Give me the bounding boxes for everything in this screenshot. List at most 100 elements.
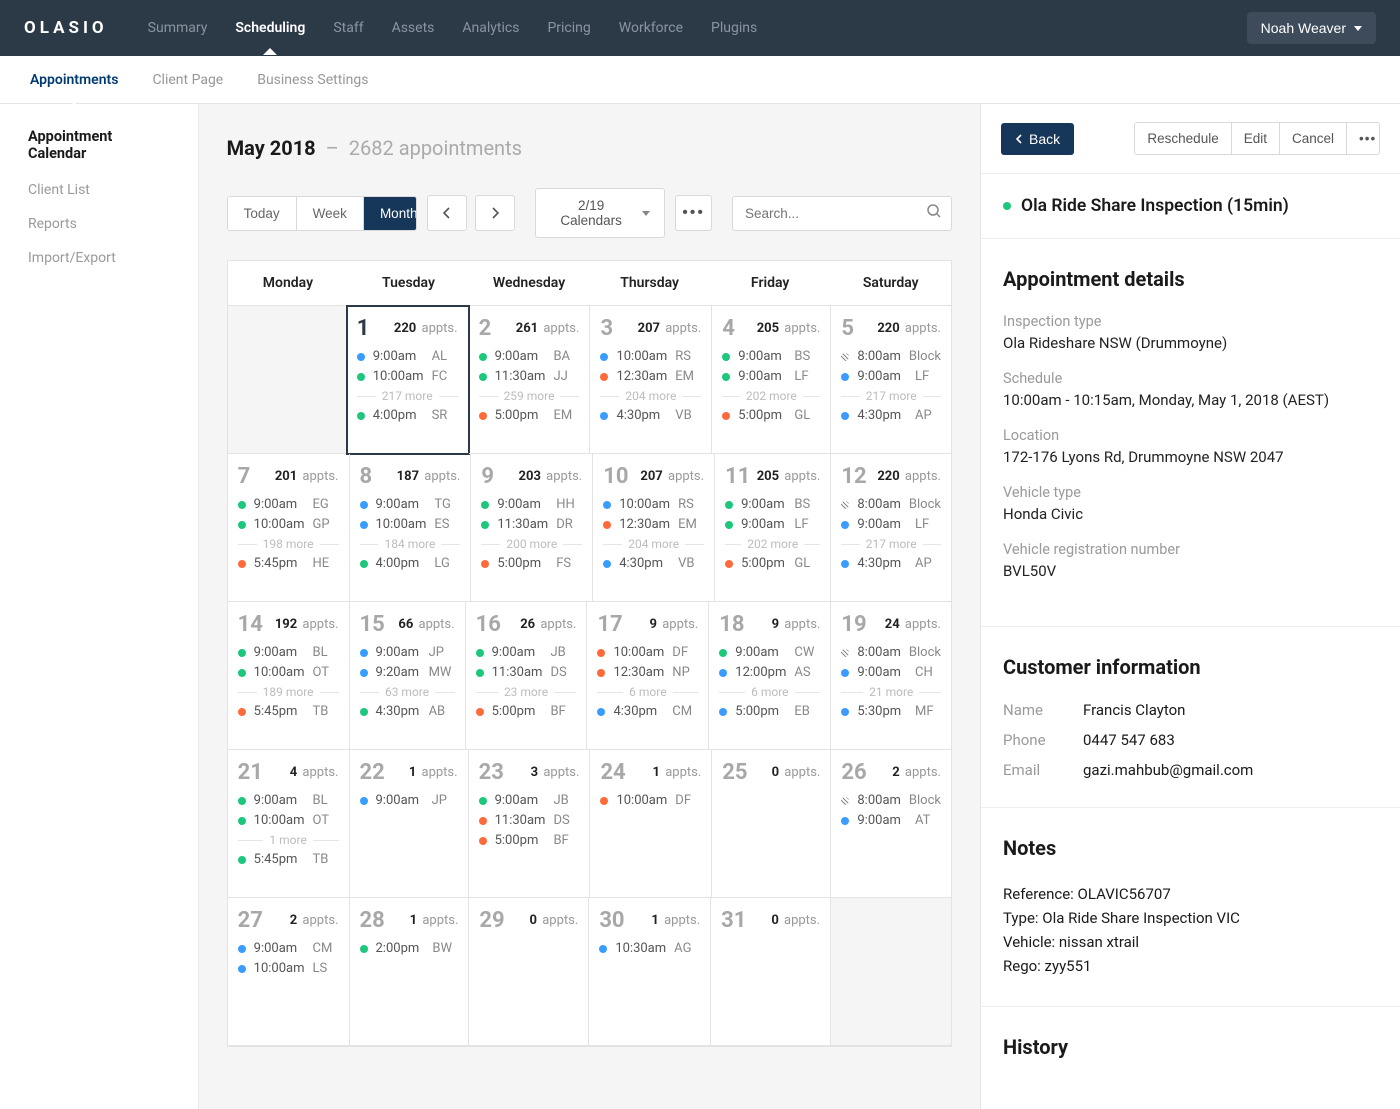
more-button[interactable]: •••: [675, 195, 712, 231]
appointment-item[interactable]: 8:00amBlock: [841, 793, 941, 808]
more-actions-button[interactable]: •••: [1347, 123, 1379, 154]
appointment-item[interactable]: 11:30amDS: [479, 813, 580, 828]
more-indicator[interactable]: 259 more: [479, 389, 580, 403]
appointment-item[interactable]: 5:00pmBF: [479, 833, 580, 848]
more-indicator[interactable]: 6 more: [719, 685, 820, 699]
appointment-item[interactable]: 9:00amLF: [722, 369, 820, 384]
sidebar-item-client-list[interactable]: Client List: [28, 182, 170, 198]
appointment-item[interactable]: 5:00pmGL: [725, 556, 820, 571]
appointment-item[interactable]: 8:00amBlock: [841, 645, 941, 660]
appointment-item[interactable]: 8:00amBlock: [841, 349, 941, 364]
calendar-cell[interactable]: 2261 appts.9:00amBA11:30amJJ259 more5:00…: [469, 306, 591, 454]
more-indicator[interactable]: 202 more: [722, 389, 820, 403]
topnav-item-summary[interactable]: Summary: [148, 2, 208, 54]
topnav-item-workforce[interactable]: Workforce: [619, 2, 683, 54]
appointment-item[interactable]: 5:45pmHE: [238, 556, 339, 571]
appointment-item[interactable]: 4:30pmAP: [841, 408, 941, 423]
appointment-item[interactable]: 5:00pmBF: [476, 704, 577, 719]
appointment-item[interactable]: 4:30pmVB: [603, 556, 704, 571]
prev-month-button[interactable]: [427, 195, 467, 231]
appointment-item[interactable]: 9:00amBL: [238, 645, 339, 660]
calendar-cell[interactable]: 14192 appts.9:00amBL10:00amOT189 more5:4…: [228, 602, 350, 750]
appointment-item[interactable]: 10:00amDF: [597, 645, 698, 660]
calendar-cell[interactable]: 221 appts.9:00amJP: [350, 750, 469, 898]
sidebar-item-reports[interactable]: Reports: [28, 216, 170, 232]
view-week-button[interactable]: Week: [297, 197, 364, 230]
appointment-item[interactable]: 9:00amEG: [238, 497, 339, 512]
calendar-cell[interactable]: 7201 appts.9:00amEG10:00amGP198 more5:45…: [228, 454, 350, 602]
appointment-item[interactable]: 10:00amES: [360, 517, 461, 532]
appointment-item[interactable]: 4:00pmLG: [360, 556, 461, 571]
calendar-cell[interactable]: 179 appts.10:00amDF12:30amNP6 more4:30pm…: [587, 602, 709, 750]
more-indicator[interactable]: 198 more: [238, 537, 339, 551]
calendar-cell[interactable]: 5220 appts.8:00amBlock9:00amLF217 more4:…: [831, 306, 951, 454]
appointment-item[interactable]: 9:00amCH: [841, 665, 941, 680]
more-indicator[interactable]: 184 more: [360, 537, 461, 551]
appointment-item[interactable]: 9:00amBL: [238, 793, 339, 808]
appointment-item[interactable]: 5:45pmTB: [238, 704, 339, 719]
appointment-item[interactable]: 9:00amLF: [841, 517, 941, 532]
appointment-item[interactable]: 9:00amAT: [841, 813, 941, 828]
appointment-item[interactable]: 12:30amEM: [600, 369, 701, 384]
appointment-item[interactable]: 4:00pmSR: [357, 408, 458, 423]
appointment-item[interactable]: 9:00amAL: [357, 349, 458, 364]
calendar-cell[interactable]: 272 appts.9:00amCM10:00amLS: [228, 898, 350, 1046]
appointment-item[interactable]: 9:00amHH: [481, 497, 582, 512]
appointment-item[interactable]: 9:00amBS: [722, 349, 820, 364]
calendar-cell[interactable]: 250 appts.: [712, 750, 831, 898]
user-menu-button[interactable]: Noah Weaver: [1247, 12, 1376, 44]
appointment-item[interactable]: 10:00amOT: [238, 665, 339, 680]
appointment-item[interactable]: 10:00amDF: [600, 793, 701, 808]
edit-button[interactable]: Edit: [1232, 123, 1280, 154]
appointment-item[interactable]: 11:30amDS: [476, 665, 577, 680]
subtab-business-settings[interactable]: Business Settings: [257, 56, 368, 104]
appointment-item[interactable]: 9:00amJB: [476, 645, 577, 660]
appointment-item[interactable]: 9:00amBS: [725, 497, 820, 512]
subtab-client-page[interactable]: Client Page: [152, 56, 223, 104]
appointment-item[interactable]: 5:45pmTB: [238, 852, 339, 867]
more-indicator[interactable]: 204 more: [600, 389, 701, 403]
appointment-item[interactable]: 9:00amLF: [725, 517, 820, 532]
appointment-item[interactable]: 4:30pmAB: [360, 704, 455, 719]
appointment-item[interactable]: 10:00amFC: [357, 369, 458, 384]
view-today-button[interactable]: Today: [228, 197, 297, 230]
calendar-cell[interactable]: 301 appts.10:30amAG: [589, 898, 711, 1046]
sidebar-item-import-export[interactable]: Import/Export: [28, 250, 170, 266]
appointment-item[interactable]: 9:00amBA: [479, 349, 580, 364]
topnav-item-pricing[interactable]: Pricing: [547, 2, 590, 54]
more-indicator[interactable]: 217 more: [357, 389, 458, 403]
calendar-cell[interactable]: 310 appts.: [711, 898, 831, 1046]
back-button[interactable]: Back: [1001, 123, 1074, 155]
more-indicator[interactable]: 63 more: [360, 685, 455, 699]
search-input[interactable]: [732, 196, 952, 231]
appointment-item[interactable]: 9:20amMW: [360, 665, 455, 680]
calendar-cell[interactable]: 1566 appts.9:00amJP9:20amMW63 more4:30pm…: [350, 602, 466, 750]
appointment-item[interactable]: 10:00amLS: [238, 961, 339, 976]
calendar-cell[interactable]: 241 appts.10:00amDF: [590, 750, 712, 898]
appointment-item[interactable]: 9:00amTG: [360, 497, 461, 512]
appointment-item[interactable]: 5:00pmFS: [481, 556, 582, 571]
appointment-item[interactable]: 11:30amDR: [481, 517, 582, 532]
calendar-cell[interactable]: 11205 appts.9:00amBS9:00amLF202 more5:00…: [715, 454, 831, 602]
appointment-item[interactable]: 12:30amNP: [597, 665, 698, 680]
appointment-item[interactable]: 9:00amCM: [238, 941, 339, 956]
cancel-button[interactable]: Cancel: [1280, 123, 1347, 154]
calendar-cell[interactable]: 1924 appts.8:00amBlock9:00amCH21 more5:3…: [831, 602, 951, 750]
appointment-item[interactable]: 9:00amCW: [719, 645, 820, 660]
appointment-item[interactable]: 10:00amGP: [238, 517, 339, 532]
appointment-item[interactable]: 9:00amJP: [360, 645, 455, 660]
appointment-item[interactable]: 10:00amOT: [238, 813, 339, 828]
appointment-item[interactable]: 11:30amJJ: [479, 369, 580, 384]
calendar-cell[interactable]: 1220 appts.9:00amAL10:00amFC217 more4:00…: [347, 306, 469, 454]
appointment-item[interactable]: 5:00pmEB: [719, 704, 820, 719]
appointment-item[interactable]: 10:00amRS: [603, 497, 704, 512]
calendar-cell[interactable]: 9203 appts.9:00amHH11:30amDR200 more5:00…: [471, 454, 593, 602]
appointment-item[interactable]: 4:30pmVB: [600, 408, 701, 423]
appointment-item[interactable]: 5:30pmMF: [841, 704, 941, 719]
appointment-item[interactable]: 9:00amJP: [360, 793, 458, 808]
calendar-cell[interactable]: 1626 appts.9:00amJB11:30amDS23 more5:00p…: [466, 602, 588, 750]
calendar-cell[interactable]: 189 appts.9:00amCW12:00pmAS6 more5:00pmE…: [709, 602, 831, 750]
appointment-item[interactable]: 4:30pmCM: [597, 704, 698, 719]
appointment-item[interactable]: 10:00amRS: [600, 349, 701, 364]
appointment-item[interactable]: 9:00amLF: [841, 369, 941, 384]
